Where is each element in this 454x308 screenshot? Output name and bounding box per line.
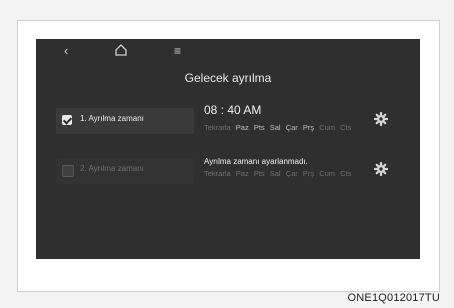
departure-2-repeat: Tekrarla Paz Pts Sal Çar Prş Cum Cts [204, 169, 354, 178]
departure-1-info[interactable]: 08 : 40 AM Tekrarla Paz Pts Sal Çar Prş … [204, 103, 384, 139]
top-bar: ‹ ≡ [36, 39, 420, 65]
repeat-label: Tekrarla [204, 123, 231, 132]
gear-icon[interactable] [374, 162, 388, 176]
day-paz: Paz [235, 123, 249, 132]
day-pts: Pts [253, 123, 265, 132]
back-icon[interactable]: ‹ [64, 42, 68, 60]
day-cts: Cts [340, 169, 352, 178]
day-cts: Cts [340, 123, 352, 132]
departure-1-label: 1. Ayrılma zamanı [80, 114, 144, 123]
departure-2-label: 2. Ayrılma zamanı [80, 164, 144, 173]
departure-1-toggle[interactable]: 1. Ayrılma zamanı [56, 108, 194, 134]
checkbox-unchecked-icon[interactable] [62, 165, 74, 177]
gear-icon[interactable] [374, 112, 388, 126]
day-car: Çar [285, 123, 298, 132]
menu-icon[interactable]: ≡ [174, 42, 181, 60]
departure-row-2: 2. Ayrılma zamanı Ayrılma zamanı ayarlan… [56, 153, 386, 189]
departure-1-repeat: Tekrarla Paz Pts Sal Çar Prş Cum Cts [204, 123, 354, 132]
departure-1-time: 08 : 40 AM [204, 103, 262, 117]
day-paz: Paz [235, 169, 249, 178]
page-title: Gelecek ayrılma [184, 71, 272, 85]
departure-2-message: Ayrılma zamanı ayarlanmadı. [204, 157, 308, 166]
home-icon[interactable] [114, 42, 128, 58]
day-pts: Pts [253, 169, 265, 178]
day-sal: Sal [269, 169, 281, 178]
day-prs: Prş [302, 123, 315, 132]
departure-2-info[interactable]: Ayrılma zamanı ayarlanmadı. Tekrarla Paz… [204, 153, 384, 189]
day-prs: Prş [302, 169, 315, 178]
infotainment-screen: ‹ ≡ Gelecek ayrılma 1. Ayrılma zamanı 08… [36, 39, 420, 259]
day-cum: Cum [319, 169, 336, 178]
figure-caption: ONE1Q012017TU [347, 292, 440, 304]
checkbox-checked-icon[interactable] [62, 115, 72, 125]
departure-row-1: 1. Ayrılma zamanı 08 : 40 AM Tekrarla Pa… [56, 103, 386, 139]
day-sal: Sal [269, 123, 281, 132]
day-car: Çar [285, 169, 298, 178]
repeat-label: Tekrarla [204, 169, 231, 178]
departure-2-toggle[interactable]: 2. Ayrılma zamanı [56, 158, 194, 184]
day-cum: Cum [319, 123, 336, 132]
